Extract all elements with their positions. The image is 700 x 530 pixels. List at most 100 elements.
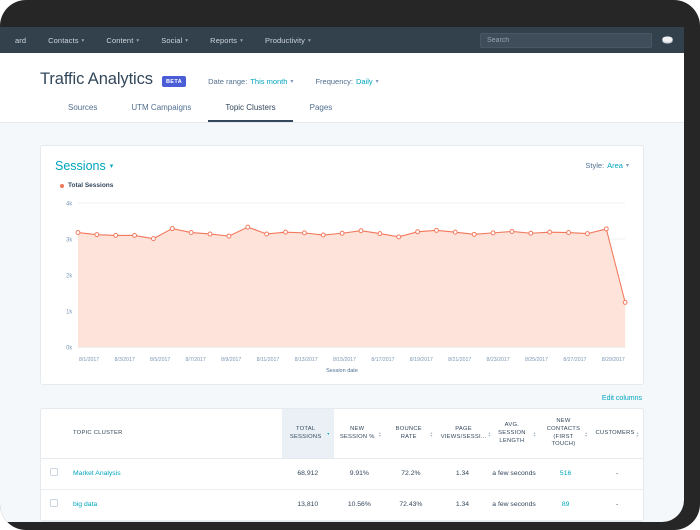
chart-data-point[interactable] [377, 231, 383, 237]
legend-label: Total Sessions [68, 182, 114, 189]
title-row: Traffic Analytics BETA Date range: This … [0, 70, 684, 89]
chart-legend[interactable]: Total Sessions [60, 182, 629, 189]
chart-data-point[interactable] [585, 231, 590, 237]
chart-data-point[interactable] [434, 227, 439, 233]
row-checkbox[interactable] [50, 499, 58, 508]
chart-data-point[interactable] [339, 230, 345, 236]
table-header-label: CUSTOMERS [595, 429, 635, 436]
chart-data-point[interactable] [358, 228, 364, 234]
chart-y-tick-label: 2k [66, 273, 72, 279]
nav-item-label: Reports [210, 35, 238, 45]
chart-data-point[interactable] [566, 230, 571, 236]
chart-data-point[interactable] [509, 228, 515, 234]
table-header-bounce[interactable]: BOUNCE RATE ▴ ▾ [385, 409, 437, 460]
table-header-label: PAGE VIEWS/SESSI... [440, 425, 487, 440]
cell-sessions: 68,912 [282, 458, 334, 491]
sort-toggle-icon[interactable]: ▴ ▾ [534, 430, 536, 437]
style-value: Area [607, 161, 623, 170]
chart-data-point[interactable] [622, 299, 628, 305]
table-row[interactable]: Market Analysis 68,912 9.91% 72.2% 1.34 a few… [41, 458, 643, 491]
cell-contacts[interactable]: 516 [539, 458, 592, 491]
cell-newpct: 9.91% [333, 458, 386, 491]
chart-data-point[interactable] [490, 230, 496, 236]
cell-length: a few seconds [488, 458, 540, 491]
tab-utm-campaigns[interactable]: UTM Campaigns [114, 103, 208, 122]
table-header-customers[interactable]: CUSTOMERS ▴ ▾ [591, 409, 643, 460]
frequency-control[interactable]: Frequency: Daily ▾ [315, 77, 378, 86]
chart-data-point[interactable] [169, 226, 175, 232]
row-checkbox-cell[interactable] [41, 489, 67, 521]
chart-data-point[interactable] [283, 229, 288, 235]
chart-data-point[interactable] [471, 231, 477, 237]
chart-title-label: Sessions [55, 159, 106, 173]
chart-data-point[interactable] [94, 232, 100, 238]
nav-item-contacts[interactable]: Contacts ▾ [37, 36, 95, 45]
chart-title-dropdown[interactable]: Sessions ▾ [55, 159, 113, 173]
nav-item-social[interactable]: Social ▾ [150, 36, 199, 45]
chart-x-tick-label: 8/5/2017 [150, 357, 171, 363]
cell-cluster[interactable]: big data [67, 489, 282, 521]
chart-data-point[interactable] [396, 234, 402, 240]
sort-toggle-icon[interactable]: ▴ ▾ [488, 430, 490, 437]
chart-data-point[interactable] [547, 229, 553, 235]
edit-columns-link[interactable]: Edit columns [602, 395, 642, 402]
tab-pages[interactable]: Pages [293, 103, 350, 122]
chart-data-point[interactable] [188, 230, 194, 236]
date-range-control[interactable]: Date range: This month ▾ [208, 77, 293, 86]
row-checkbox-cell[interactable] [41, 458, 67, 491]
chart-data-point[interactable] [207, 231, 213, 237]
table-header-contacts[interactable]: NEW CONTACTS (FIRST TOUCH) ▴ ▾ [539, 409, 592, 460]
table-header-views[interactable]: PAGE VIEWS/SESSI... ▴ ▾ [436, 409, 490, 460]
nav-item-label: ard [15, 35, 27, 45]
chart-data-point[interactable] [226, 233, 232, 239]
sprocket-icon[interactable] [661, 35, 674, 45]
chart-x-tick-label: 8/11/2017 [256, 357, 280, 363]
chart-data-point[interactable] [528, 230, 534, 236]
chart-data-point[interactable] [75, 230, 81, 236]
chart-x-tick-label: 8/13/2017 [294, 357, 318, 363]
chart-style-control[interactable]: Style: Area ▾ [585, 161, 629, 170]
chart-data-point[interactable] [113, 232, 119, 238]
sort-toggle-icon[interactable]: ▴ ▾ [430, 430, 432, 437]
chart-data-point[interactable] [603, 226, 609, 232]
table-header-label: TOPIC CLUSTER [73, 429, 123, 436]
table-body: Market Analysis 68,912 9.91% 72.2% 1.34 a few… [41, 458, 643, 521]
sort-toggle-icon[interactable]: ▴ ▾ [379, 430, 381, 437]
table-header-cluster[interactable]: TOPIC CLUSTER [67, 409, 282, 460]
page-title: Traffic Analytics [40, 70, 153, 88]
cell-views: 1.34 [436, 458, 489, 491]
chart-data-point[interactable] [264, 231, 270, 237]
table-header-length[interactable]: AVG. SESSION LENGTH ▴ ▾ [488, 409, 540, 460]
chart-data-point[interactable] [320, 232, 326, 238]
chart-x-tick-label: 8/23/2017 [486, 357, 510, 363]
cell-contacts[interactable]: 89 [539, 489, 592, 521]
sort-descending-icon[interactable]: ▾ [327, 432, 329, 436]
table-header-inner: BOUNCE RATE ▴ ▾ [389, 426, 433, 442]
tab-topic-clusters[interactable]: Topic Clusters [208, 103, 293, 122]
row-checkbox[interactable] [50, 468, 58, 477]
chart-data-point[interactable] [452, 229, 458, 235]
chart-data-point[interactable] [132, 232, 137, 238]
cell-cluster[interactable]: Market Analysis [67, 458, 282, 491]
table-header-sessions[interactable]: TOTAL SESSIONS ▾ [282, 409, 334, 460]
chart-data-point[interactable] [302, 230, 307, 236]
table-header-newpct[interactable]: NEW SESSION % ▴ ▾ [333, 409, 386, 460]
nav-item-content[interactable]: Content ▾ [95, 36, 150, 45]
chart-x-tick-label: 8/9/2017 [221, 357, 242, 363]
beta-badge: BETA [161, 76, 187, 87]
nav-item-reports[interactable]: Reports ▾ [199, 36, 254, 45]
nav-item-productivity[interactable]: Productivity ▾ [254, 36, 322, 45]
chart-data-point[interactable] [245, 224, 251, 230]
table-header-row: TOPIC CLUSTER TOTAL SESSIONS ▾ NEW SESSION … [41, 409, 643, 460]
nav-item-ard[interactable]: ard [4, 36, 37, 45]
sort-toggle-icon[interactable]: ▴ ▾ [637, 430, 639, 437]
tab-sources[interactable]: Sources [51, 103, 114, 122]
table-row[interactable]: big data 13,810 10.56% 72.43% 1.34 a few seco… [41, 489, 643, 521]
search-input[interactable] [480, 32, 652, 48]
main-content: Sessions ▾ Style: Area ▾ Total Sessions … [0, 123, 684, 522]
chart-data-point[interactable] [415, 229, 421, 235]
sort-toggle-icon[interactable]: ▴ ▾ [585, 430, 587, 437]
table-header-inner: NEW SESSION % ▴ ▾ [338, 426, 382, 442]
legend-color-swatch [60, 183, 64, 188]
chart-data-point[interactable] [151, 236, 156, 242]
